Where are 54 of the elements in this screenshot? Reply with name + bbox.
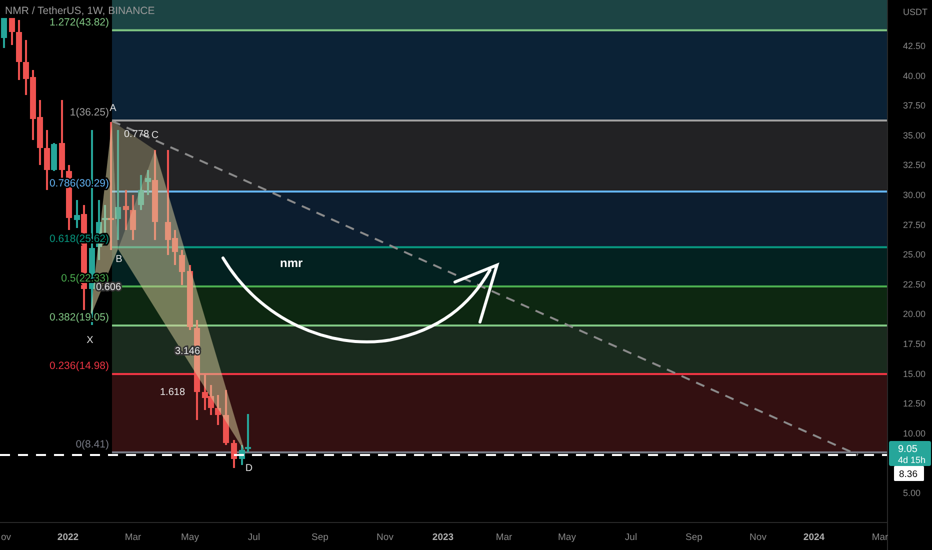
price-axis-label: 17.50 [903,339,926,349]
chart-title: NMR / TetherUS, 1W, BINANCE [5,5,155,17]
last-price-value: 9.05 [898,444,918,455]
price-axis-label: 10.00 [903,428,926,438]
time-axis-label: Mar [872,532,888,543]
pattern-point-label: C [151,130,159,141]
price-axis-label: 30.00 [903,190,926,200]
pattern-point-label: B [116,254,122,265]
price-axis-label: 37.50 [903,100,926,111]
time-axis-label: Jul [624,532,638,543]
price-axis-label: 15.00 [903,368,926,379]
time-axis-label: May [181,532,199,543]
price-axis-label: 5.00 [903,488,921,498]
time-axis-label: 2022 [57,532,79,543]
price-axis-label: 22.50 [903,279,926,290]
bar-countdown: 4d 15h [898,455,926,465]
fib-level-label: 1.272(43.82) [49,16,109,28]
time-axis-label: Jul [248,532,260,543]
price-axis-label: 12.50 [903,398,926,409]
ratio-label: 3.146 [175,346,200,357]
time-axis-label: Nov [750,532,766,543]
fib-level-label: 0.236(14.98) [49,360,109,372]
time-axis-label: Mar [124,532,142,543]
pattern-point-label: D [245,463,253,474]
pattern-point-label: X [86,335,94,346]
price-axis-label: 27.50 [903,220,926,230]
price-axis-label: 40.00 [903,70,926,81]
candlestick [231,440,237,468]
time-axis-label: Sep [686,532,702,543]
time-axis-label: ov [0,532,12,543]
candlestick [1,18,7,48]
time-axis-label: 2024 [803,532,825,543]
fib-level-label: 0(8.41) [76,438,109,450]
ratio-label: 1.618 [160,387,186,398]
last-price-tag [889,441,931,466]
price-axis-label: 25.00 [903,250,926,260]
time-axis-label: Nov [376,532,394,543]
ratio-label: 0.778 [124,129,150,140]
time-axis-label: Mar [496,532,512,543]
price-axis-label: 32.50 [903,160,926,170]
fib-level-label: 1(36.25) [70,106,109,118]
currency-label: USDT [903,7,928,17]
price-axis-label: 20.00 [903,309,926,320]
time-axis-label: 2023 [432,532,454,543]
price-axis-label: 35.00 [903,130,926,140]
marker-price-tag [894,466,924,481]
time-axis-label: May [558,532,576,543]
time-axis-label: Sep [312,532,328,543]
chart-annotation: nmr [280,256,303,270]
pattern-point-label: A [110,103,116,114]
marker-price-value: 8.36 [899,469,918,480]
price-axis-label: 42.50 [903,41,926,51]
candlestick [223,390,229,445]
ratio-label: 0.606 [96,282,122,293]
